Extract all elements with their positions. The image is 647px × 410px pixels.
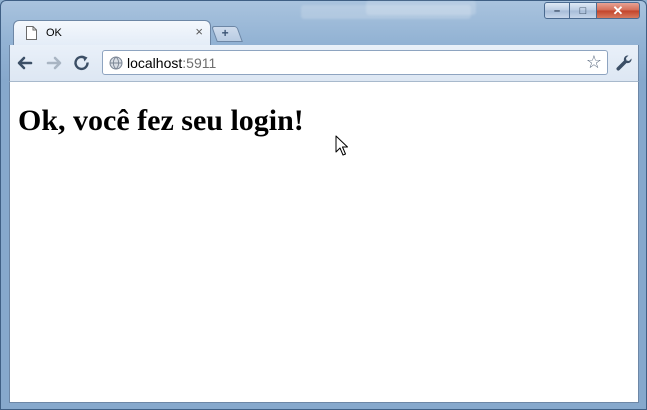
minimize-button[interactable]: – [544, 2, 570, 19]
maximize-button[interactable]: □ [570, 2, 596, 19]
arrow-right-icon[interactable] [44, 53, 64, 73]
url-port: :5911 [182, 55, 217, 71]
address-bar[interactable]: localhost:5911 ☆ [102, 50, 608, 75]
tab-title: OK [46, 27, 62, 39]
close-window-button[interactable]: ✕ [596, 2, 640, 19]
page-content: Ok, você fez seu login! [9, 81, 639, 403]
page-heading: Ok, você fez seu login! [18, 104, 304, 137]
window-controls: – □ ✕ [544, 2, 640, 19]
url-host: localhost [127, 55, 183, 71]
wrench-icon[interactable] [614, 53, 634, 73]
background-blur [366, 1, 476, 15]
globe-icon [109, 56, 123, 70]
arrow-left-icon[interactable] [15, 53, 35, 73]
mouse-cursor-icon [335, 135, 348, 156]
tab-ok[interactable]: OK × [13, 20, 211, 46]
page-icon [26, 26, 37, 40]
url-text: localhost:5911 [127, 55, 216, 71]
reload-icon[interactable] [72, 53, 92, 73]
plus-icon: + [221, 26, 229, 40]
close-tab-icon[interactable]: × [195, 25, 203, 39]
new-tab-button[interactable]: + [211, 26, 243, 42]
toolbar: localhost:5911 ☆ [9, 45, 639, 81]
browser-window: – □ ✕ OK × + localhost:5911 ☆ Ok, você f… [0, 0, 647, 410]
star-icon[interactable]: ☆ [586, 53, 602, 71]
